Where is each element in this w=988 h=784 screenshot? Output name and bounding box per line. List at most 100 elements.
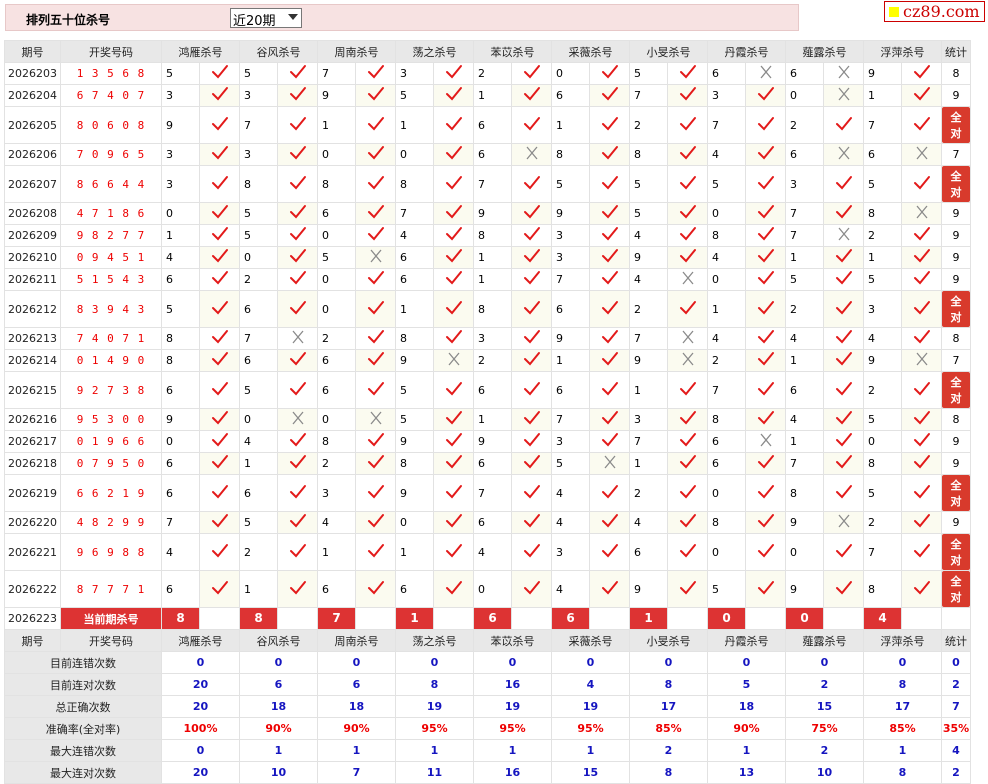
kill-number: 0 (317, 290, 356, 328)
result-mark (277, 430, 318, 453)
kill-number: 8 (395, 165, 434, 203)
stat-value: 8 (863, 761, 942, 784)
kill-number: 1 (317, 533, 356, 571)
check-icon (913, 411, 930, 425)
result-mark (511, 511, 552, 534)
kill-number: 7 (707, 371, 746, 409)
site-logo[interactable]: cz89.com (884, 1, 985, 22)
result-mark (199, 202, 240, 225)
draw-cell: 0 1 9 6 6 (60, 430, 162, 453)
check-icon (601, 543, 618, 557)
stat-value: 35% (941, 717, 971, 740)
current-kill-value: 4 (864, 608, 901, 629)
check-icon (211, 249, 228, 263)
result-mark (745, 570, 786, 608)
stat-cell: 全对 (941, 106, 971, 144)
kill-number: 3 (317, 474, 356, 512)
kill-number: 0 (863, 430, 902, 453)
kill-number: 4 (551, 511, 590, 534)
draw-cell: 7 4 0 7 1 (60, 327, 162, 350)
kill-number: 4 (629, 511, 668, 534)
col-expert: 采薇杀号 (551, 40, 630, 63)
result-mark (199, 327, 240, 350)
result-mark (589, 474, 630, 512)
stat-cell: 全对 (941, 474, 971, 512)
result-mark (901, 327, 942, 350)
check-icon (601, 175, 618, 189)
result-mark (433, 570, 474, 608)
kill-number: 5 (239, 224, 278, 247)
draw-cell: 0 1 4 9 0 (60, 349, 162, 372)
kill-number: 6 (395, 570, 434, 608)
check-icon (679, 300, 696, 314)
check-icon (523, 116, 540, 130)
stat-value: 2 (941, 761, 971, 784)
draw-cell: 0 7 9 5 0 (60, 452, 162, 475)
current-kill: 8 (161, 607, 200, 630)
result-mark (589, 290, 630, 328)
result-mark (901, 62, 942, 85)
kill-number: 8 (317, 165, 356, 203)
result-mark (511, 62, 552, 85)
kill-number: 7 (785, 224, 824, 247)
check-icon (367, 300, 384, 314)
stat-value: 13 (707, 761, 786, 784)
table-row: 2026218 0 7 9 5 061286516789 (4, 452, 971, 475)
check-icon (757, 175, 774, 189)
kill-number: 2 (317, 452, 356, 475)
stat-value: 16 (473, 673, 552, 696)
draw-cell: 8 6 6 4 4 (60, 165, 162, 203)
kill-number: 6 (707, 62, 746, 85)
result-mark (589, 511, 630, 534)
stat-value: 0 (941, 651, 971, 674)
current-kill-value: 0 (786, 608, 823, 629)
draw-cell: 8 3 9 4 3 (60, 290, 162, 328)
stat-value: 7 (941, 695, 971, 718)
check-icon (601, 146, 618, 160)
result-mark (433, 474, 474, 512)
kill-number: 5 (239, 511, 278, 534)
stat-value: 16 (473, 761, 552, 784)
kill-number: 5 (239, 371, 278, 409)
result-mark (901, 511, 942, 534)
kill-number: 5 (629, 165, 668, 203)
result-mark (667, 62, 708, 85)
check-icon (445, 580, 462, 594)
kill-number: 5 (863, 165, 902, 203)
result-mark (589, 143, 630, 166)
check-icon (211, 514, 228, 528)
result-mark (901, 246, 942, 269)
kill-number: 7 (317, 62, 356, 85)
result-mark (667, 474, 708, 512)
period-cell: 2026205 (4, 106, 61, 144)
current-kill: 4 (863, 607, 902, 630)
check-icon (913, 433, 930, 447)
table-row: 2026214 0 1 4 9 08 6 6 9 2 1 9 2 1 9 7 (4, 349, 971, 372)
kill-number: 2 (629, 290, 668, 328)
result-mark (199, 430, 240, 453)
cross-icon (760, 65, 771, 79)
stat-value: 6 (317, 673, 396, 696)
kill-number: 8 (707, 408, 746, 431)
check-icon (913, 580, 930, 594)
check-icon (601, 300, 618, 314)
table-row: 2026216 9 5 3 0 09 0 0 5 1 7 3 8 4 5 8 (4, 408, 971, 431)
cross-icon (370, 411, 381, 425)
stat-value: 0 (161, 651, 240, 674)
stat-label: 准确率(全对率) (4, 717, 162, 740)
stat-value: 95% (395, 717, 474, 740)
kill-number: 1 (161, 224, 200, 247)
check-icon (211, 271, 228, 285)
stat-value: 0 (473, 651, 552, 674)
col-expert: 小旻杀号 (629, 40, 708, 63)
result-mark (589, 430, 630, 453)
kill-number: 0 (785, 84, 824, 107)
period-select[interactable]: 近20期 (230, 8, 302, 29)
result-mark (355, 224, 396, 247)
check-icon (601, 65, 618, 79)
kill-number: 7 (239, 327, 278, 350)
kill-number: 6 (317, 371, 356, 409)
check-icon (835, 116, 852, 130)
result-mark (199, 533, 240, 571)
result-mark (667, 371, 708, 409)
